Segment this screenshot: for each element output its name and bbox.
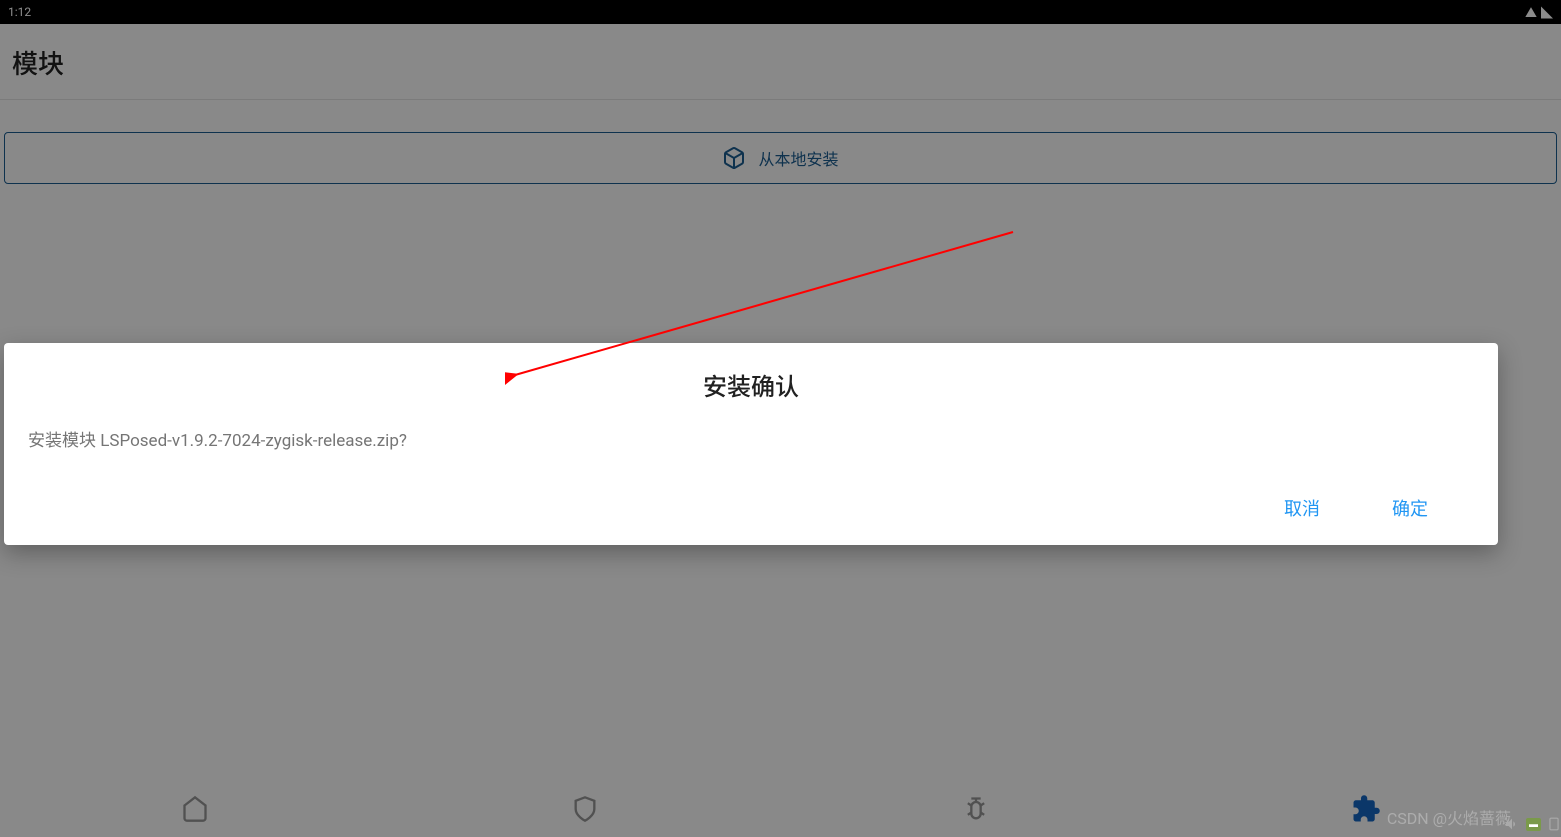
watermark: CSDN @火焰蔷薇 (1387, 805, 1511, 829)
dialog-title: 安装确认 (28, 367, 1474, 402)
brand-badge: ▬ (1526, 818, 1541, 831)
dialog-message: 安装模块 LSPosed-v1.9.2-7024-zygisk-release.… (28, 426, 1474, 451)
modal-overlay[interactable]: 安装确认 安装模块 LSPosed-v1.9.2-7024-zygisk-rel… (0, 0, 1561, 837)
dialog-actions: 取消 确定 (28, 487, 1474, 529)
device-icon (1547, 815, 1561, 833)
confirm-dialog: 安装确认 安装模块 LSPosed-v1.9.2-7024-zygisk-rel… (4, 343, 1498, 545)
confirm-button[interactable]: 确定 (1376, 487, 1444, 529)
volume-icon (1504, 816, 1520, 832)
cancel-button[interactable]: 取消 (1268, 487, 1336, 529)
system-tray: ▬ (1504, 815, 1561, 833)
